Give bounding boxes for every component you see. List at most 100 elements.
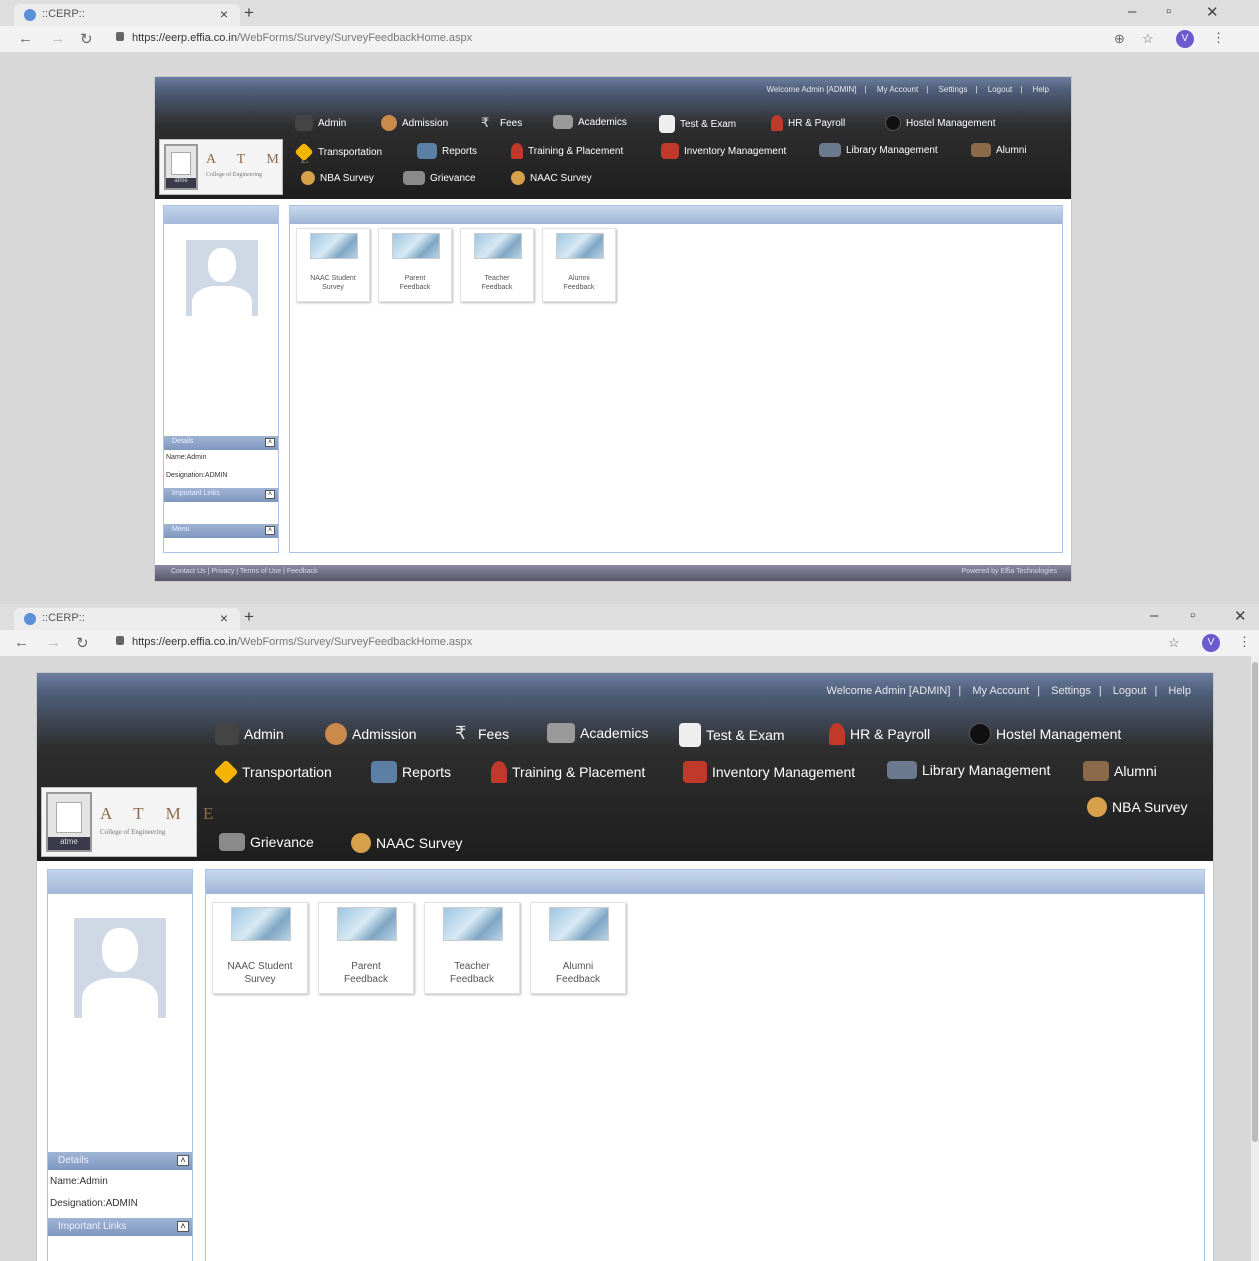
minimize-icon[interactable]: –: [1128, 3, 1136, 20]
browser-menu-icon[interactable]: ⋮: [1238, 634, 1251, 650]
menu-fees[interactable]: ₹ Fees: [455, 723, 509, 745]
help-link[interactable]: Help: [1168, 685, 1191, 697]
my-account-link[interactable]: My Account: [877, 85, 918, 94]
browser-menu-icon[interactable]: ⋮: [1212, 30, 1225, 46]
header: Welcome Admin [ADMIN] | My Account | Setti…: [155, 77, 1071, 199]
collapse-details-icon[interactable]: ˄: [265, 438, 275, 447]
menu-transportation[interactable]: Transportation: [213, 759, 332, 785]
menu-naac-survey[interactable]: NAAC Survey: [351, 833, 462, 853]
back-icon[interactable]: ←: [14, 634, 29, 651]
rupee-icon: ₹: [455, 723, 467, 743]
collapse-links-icon[interactable]: ˄: [177, 1221, 189, 1232]
important-links-bar[interactable]: Important Links ˄: [48, 1218, 192, 1236]
help-link[interactable]: Help: [1033, 85, 1049, 94]
important-links-bar[interactable]: Important Links ˄: [164, 488, 278, 502]
footer: Contact Us | Privacy | Terms of Use | Fe…: [155, 565, 1071, 581]
collapse-menu-icon[interactable]: ˄: [265, 526, 275, 535]
menu-admission[interactable]: Admission: [325, 723, 417, 745]
minimize-icon[interactable]: –: [1150, 607, 1158, 624]
new-tab-button[interactable]: +: [244, 607, 254, 627]
menu-training[interactable]: Training & Placement: [511, 143, 623, 159]
new-tab-button[interactable]: +: [244, 3, 254, 23]
bookmark-star-icon[interactable]: ☆: [1142, 31, 1154, 47]
menu-inventory[interactable]: Inventory Management: [683, 761, 855, 783]
menu-library[interactable]: Library Management: [887, 761, 1050, 779]
reload-icon[interactable]: ↻: [76, 634, 89, 652]
tile-alumni-feedback[interactable]: Alumni Feedback: [542, 228, 616, 302]
menu-academics[interactable]: Academics: [553, 115, 627, 129]
menu-admission[interactable]: Admission: [381, 115, 448, 131]
settings-link[interactable]: Settings: [939, 85, 968, 94]
menu-inventory[interactable]: Inventory Management: [661, 143, 786, 159]
menu-nba-survey[interactable]: NBA Survey: [1087, 797, 1187, 817]
menu-training[interactable]: Training & Placement: [491, 761, 645, 783]
back-icon[interactable]: ←: [18, 30, 33, 47]
page-scrollbar[interactable]: [1251, 656, 1259, 1261]
menu-transportation[interactable]: Transportation: [294, 142, 382, 162]
zoom-icon[interactable]: ⊕: [1114, 31, 1125, 47]
menu-nba-survey[interactable]: NBA Survey: [301, 171, 374, 185]
tile-naac-student-survey[interactable]: NAAC Student Survey: [296, 228, 370, 302]
details-bar[interactable]: Details ˄: [48, 1152, 192, 1170]
tile-naac-student-survey[interactable]: NAAC Student Survey: [212, 902, 308, 994]
maximize-icon[interactable]: ▫: [1190, 607, 1195, 624]
menu-academics[interactable]: Academics: [547, 723, 648, 743]
tab-title: ::CERP::: [42, 612, 85, 624]
menu-test-exam[interactable]: Test & Exam: [679, 723, 785, 747]
url-field[interactable]: https://eerp.effia.co.in/WebForms/Survey…: [132, 32, 472, 44]
profile-avatar[interactable]: V: [1176, 30, 1194, 48]
main-panel-header: [290, 206, 1062, 224]
menu-fees[interactable]: ₹ Fees: [481, 115, 522, 131]
my-account-link[interactable]: My Account: [972, 685, 1029, 697]
menu-reports[interactable]: Reports: [417, 143, 477, 159]
tile-alumni-feedback[interactable]: Alumni Feedback: [530, 902, 626, 994]
important-links-title: Important Links: [172, 490, 220, 497]
tile-parent-feedback[interactable]: Parent Feedback: [378, 228, 452, 302]
contact-us-link[interactable]: Contact Us: [171, 568, 206, 575]
tile-parent-feedback[interactable]: Parent Feedback: [318, 902, 414, 994]
menu-admin[interactable]: Admin: [295, 115, 346, 131]
menu-naac-survey[interactable]: NAAC Survey: [511, 171, 592, 185]
menu-test-exam[interactable]: Test & Exam: [659, 115, 736, 133]
reload-icon[interactable]: ↻: [80, 30, 93, 48]
important-links-title: Important Links: [58, 1221, 127, 1232]
menu-bar[interactable]: Menu ˄: [164, 524, 278, 538]
url-field[interactable]: https://eerp.effia.co.in/WebForms/Survey…: [132, 636, 472, 648]
window-close-icon[interactable]: ✕: [1234, 607, 1247, 625]
tile-label: Feedback: [556, 973, 600, 985]
collapse-details-icon[interactable]: ˄: [177, 1155, 189, 1166]
menu-admin[interactable]: Admin: [215, 723, 284, 745]
menu-alumni[interactable]: Alumni: [1083, 761, 1157, 781]
forward-icon[interactable]: →: [50, 30, 65, 47]
close-tab-icon[interactable]: ×: [220, 6, 228, 22]
menu-alumni[interactable]: Alumni: [971, 143, 1027, 157]
settings-link[interactable]: Settings: [1051, 685, 1091, 697]
bookmark-star-icon[interactable]: ☆: [1168, 635, 1180, 651]
detail-designation: Designation:ADMIN: [50, 1198, 138, 1209]
window-close-icon[interactable]: ✕: [1206, 3, 1219, 21]
menu-hr-payroll[interactable]: HR & Payroll: [771, 115, 845, 131]
forward-icon[interactable]: →: [46, 634, 61, 651]
browser-tab[interactable]: ::CERP:: ×: [14, 608, 240, 630]
privacy-link[interactable]: Privacy: [211, 568, 234, 575]
menu-grievance[interactable]: Grievance: [403, 171, 476, 185]
profile-avatar[interactable]: V: [1202, 634, 1220, 652]
menu-hostel[interactable]: Hostel Management: [885, 115, 996, 131]
menu-reports[interactable]: Reports: [371, 761, 451, 783]
menu-hostel[interactable]: Hostel Management: [969, 723, 1121, 745]
menu-grievance[interactable]: Grievance: [219, 833, 314, 851]
profile-photo: [186, 240, 258, 316]
menu-library[interactable]: Library Management: [819, 143, 938, 157]
collapse-links-icon[interactable]: ˄: [265, 490, 275, 499]
terms-link[interactable]: Terms of Use: [240, 568, 281, 575]
menu-hr-payroll[interactable]: HR & Payroll: [829, 723, 930, 745]
feedback-link[interactable]: Feedback: [287, 568, 318, 575]
close-tab-icon[interactable]: ×: [220, 610, 228, 626]
logout-link[interactable]: Logout: [988, 85, 1012, 94]
details-bar[interactable]: Details ˄: [164, 436, 278, 450]
tile-teacher-feedback[interactable]: Teacher Feedback: [424, 902, 520, 994]
maximize-icon[interactable]: ▫: [1166, 3, 1171, 20]
logout-link[interactable]: Logout: [1113, 685, 1147, 697]
tile-teacher-feedback[interactable]: Teacher Feedback: [460, 228, 534, 302]
browser-tab[interactable]: ::CERP:: ×: [14, 4, 240, 26]
